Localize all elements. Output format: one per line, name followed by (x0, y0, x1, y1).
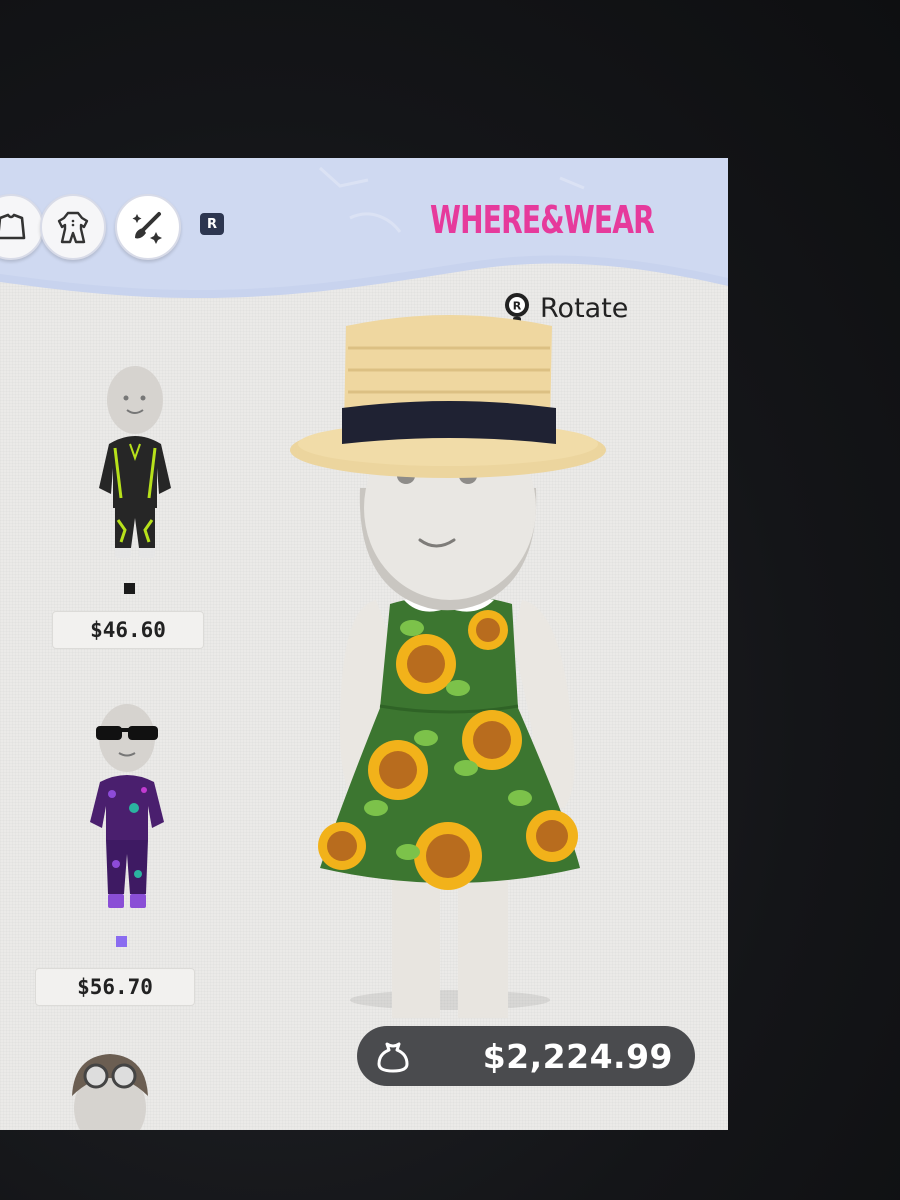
store-brand-logo: WHERE&WEAR (430, 198, 655, 242)
item-price-tag: $46.60 (52, 611, 204, 649)
outfit-preview-purple-galaxy (90, 704, 164, 908)
total-balance: $2,224.99 (357, 1026, 695, 1086)
full-outfit-icon (57, 211, 89, 244)
coin-bag-icon (377, 1042, 409, 1073)
game-screen: R WHERE&WEAR R Rotate $46.60 $56.70 $2,2… (0, 158, 728, 1130)
outfit-preview-black-tracksuit (99, 366, 171, 558)
avatar-preview (290, 315, 606, 1018)
outfit-preview-aviator-helmet (72, 1054, 148, 1130)
sparkle-brush-icon (132, 212, 162, 244)
color-swatch (116, 936, 127, 947)
outfit-item-card[interactable] (50, 698, 200, 988)
r-shoulder-button-hint: R (200, 213, 224, 235)
category-outfits-button[interactable] (40, 194, 106, 260)
total-amount: $2,224.99 (482, 1036, 673, 1076)
outfit-item-card[interactable] (60, 1038, 170, 1130)
top-shirt-icon (0, 213, 26, 240)
color-swatch (124, 583, 135, 594)
outfit-item-card[interactable] (60, 358, 210, 648)
category-style-button[interactable] (115, 194, 181, 260)
item-price-tag: $56.70 (35, 968, 195, 1006)
